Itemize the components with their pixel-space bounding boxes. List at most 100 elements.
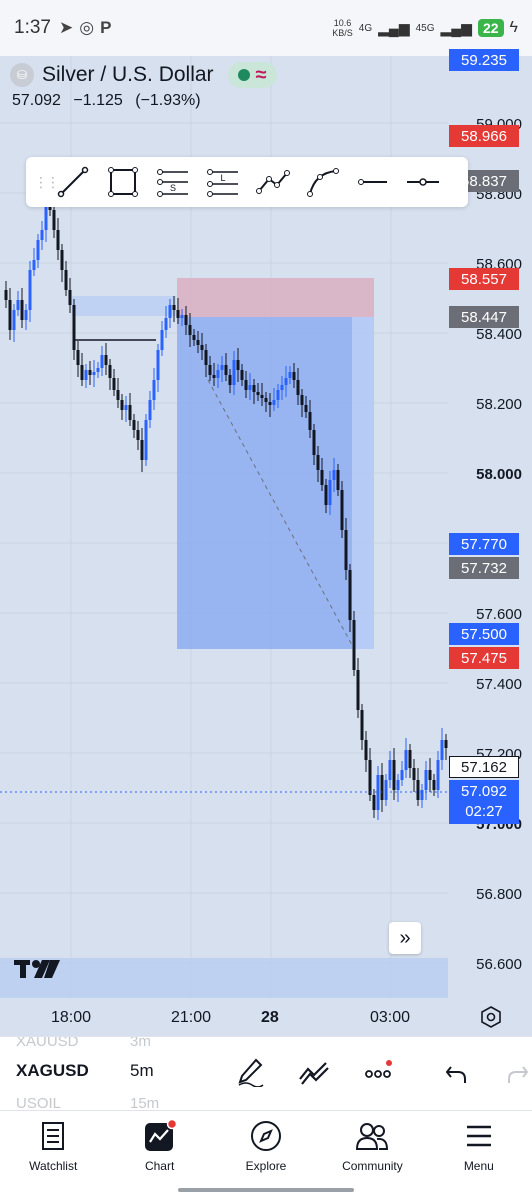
candle-up (168, 305, 172, 318)
candle-up (220, 365, 224, 370)
signal-icon: ▂▄▆ (378, 19, 410, 36)
candle-up (28, 270, 32, 310)
current-price: 57.092 (461, 783, 507, 800)
candle-up (40, 230, 44, 240)
candle-down (260, 395, 264, 398)
price-tag-57162: 57.162 (449, 756, 519, 778)
candle-countdown: 02:27 (465, 803, 503, 820)
long-position-tool[interactable]: L (198, 160, 248, 204)
candle-up (396, 780, 400, 790)
tradingview-logo[interactable] (14, 958, 60, 985)
candle-down (188, 325, 192, 335)
paypal-icon: P (100, 18, 112, 37)
candle-down (444, 740, 448, 748)
double-chevron-right-icon: » (399, 926, 411, 949)
candle-down (8, 300, 12, 330)
candle-down (292, 372, 296, 380)
candle-up (400, 770, 404, 780)
price-tag-58447: 58.447 (449, 306, 519, 328)
candle-down (344, 530, 348, 570)
candle-down (432, 780, 436, 790)
trend-line-tool[interactable] (48, 160, 98, 204)
price-tag-58966: 58.966 (449, 125, 519, 147)
ray-tool[interactable] (348, 160, 398, 204)
curve-icon (307, 168, 339, 197)
drag-handle-icon[interactable]: ⋮⋮ (34, 175, 60, 189)
candle-up (384, 780, 388, 800)
axis-label-57400: 57.400 (476, 676, 522, 693)
candle-up (388, 760, 392, 780)
candle-up (44, 205, 48, 230)
ray-icon (358, 179, 387, 185)
candle-up (16, 300, 20, 310)
candle-down (20, 300, 24, 320)
path-tool[interactable] (248, 160, 298, 204)
scroll-to-realtime-button[interactable]: » (389, 922, 421, 954)
watchlist-icon (41, 1119, 65, 1153)
symbol-title[interactable]: Silver / U.S. Dollar (42, 63, 214, 87)
more-options-button[interactable] (364, 1057, 394, 1092)
candle-up (216, 370, 220, 378)
candle-up (24, 310, 28, 320)
candle-down (252, 385, 256, 392)
candle-down (4, 290, 8, 300)
candle-down (112, 378, 116, 390)
redo-button[interactable] (506, 1057, 530, 1092)
candle-up (32, 260, 36, 270)
whatsapp-icon: ◎ (79, 18, 95, 37)
path-icon (256, 170, 290, 194)
svg-text:S: S (170, 183, 176, 193)
candle-down (228, 375, 232, 385)
chart-settings-icon[interactable] (480, 1006, 502, 1033)
rectangle-tool[interactable] (98, 160, 148, 204)
curve-tool[interactable] (298, 160, 348, 204)
candle-down (204, 350, 208, 365)
horizontal-line-icon (407, 178, 439, 186)
indicators-button[interactable] (298, 1057, 330, 1092)
nav-community[interactable]: Community (319, 1111, 425, 1200)
candle-up (404, 750, 408, 770)
horizontal-line-tool[interactable] (398, 160, 448, 204)
candle-down (304, 405, 308, 412)
axis-label-56600: 56.600 (476, 956, 522, 973)
time-label-1800: 18:00 (51, 1009, 92, 1026)
candle-down (52, 210, 56, 230)
candle-down (340, 490, 344, 530)
symbol-picker[interactable]: XAGUSD (16, 1061, 89, 1081)
nav-watchlist[interactable]: Watchlist (0, 1111, 106, 1200)
interval-picker[interactable]: 5m (130, 1061, 154, 1081)
status-bar: 1:37 ➤ ◎ P 10.6 KB/S 4G ▂▄▆ 45G ▂▄▆ 22 ϟ (0, 0, 532, 56)
bottom-navigation: Watchlist Chart Explore Community Menu (0, 1110, 532, 1200)
nav-chart[interactable]: Chart (106, 1111, 212, 1200)
faded-symbol-above[interactable]: XAUUSD (16, 1037, 79, 1050)
short-position-tool[interactable]: S (148, 160, 198, 204)
chart-bottom-toolbar: XAUUSD 3m XAGUSD 5m USOIL 15m (0, 1036, 532, 1110)
candle-down (132, 420, 136, 430)
faded-symbol-below[interactable]: USOIL (16, 1095, 61, 1110)
redo-icon (508, 1066, 529, 1083)
candle-up (440, 740, 444, 760)
market-status-pill[interactable]: ≈ (227, 62, 277, 88)
candle-down (68, 290, 72, 305)
symbol-header[interactable]: ⛁ Silver / U.S. Dollar ≈ (10, 62, 277, 88)
nav-menu[interactable]: Menu (426, 1111, 532, 1200)
undo-button[interactable] (444, 1057, 468, 1092)
candle-up (284, 378, 288, 385)
time-label-2100: 21:00 (171, 1009, 212, 1026)
candle-up (96, 368, 100, 372)
candle-down (192, 335, 196, 340)
indicators-icon (299, 1062, 329, 1085)
price-tag-57732: 57.732 (449, 557, 519, 579)
drawing-tools-button[interactable] (236, 1057, 264, 1092)
nav-chart-label: Chart (144, 1159, 175, 1173)
candle-down (108, 365, 112, 378)
nav-explore[interactable]: Explore (213, 1111, 319, 1200)
candle-up (152, 380, 156, 400)
chart-icon (143, 1119, 177, 1153)
candle-up (144, 420, 148, 460)
telegram-icon: ➤ (58, 18, 74, 37)
drawing-toolbar: ⋮⋮ S L (26, 157, 468, 207)
candle-down (212, 375, 216, 378)
candle-down (368, 760, 372, 795)
rectangle-icon (108, 167, 138, 197)
